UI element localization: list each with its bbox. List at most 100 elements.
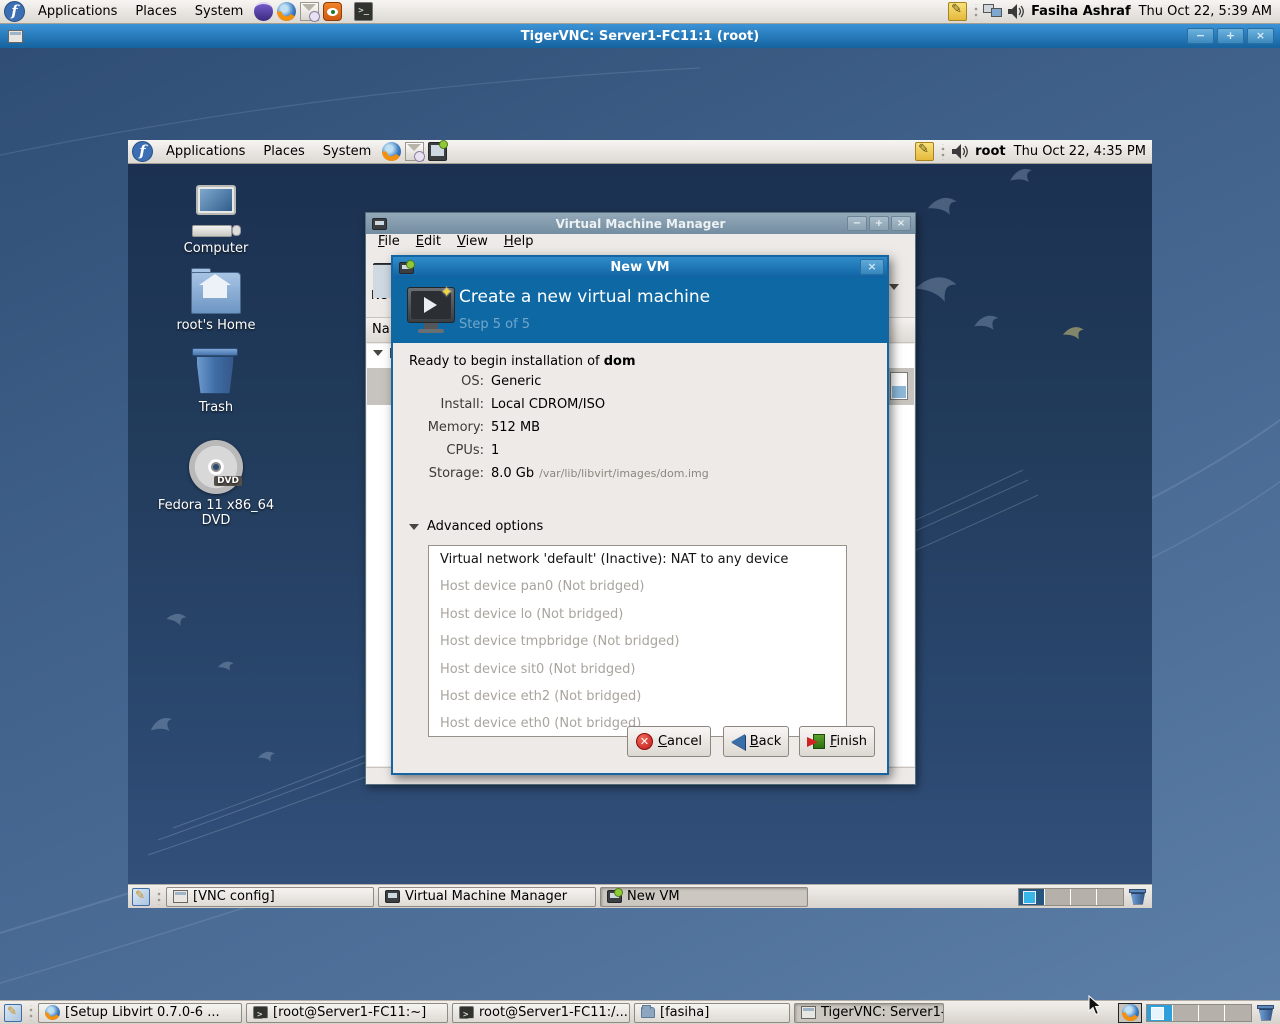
remote-desktop: f Applications Places System root Thu Oc… bbox=[128, 140, 1152, 908]
minimize-button[interactable]: − bbox=[1187, 28, 1214, 44]
summary-fields: OS:Generic Install:Local CDROM/ISO Memor… bbox=[409, 374, 709, 489]
workspace-4[interactable] bbox=[1225, 1005, 1251, 1021]
field-os: OS:Generic bbox=[409, 374, 709, 397]
taskbar-button-tigervnc[interactable]: TigerVNC: Server1-FC... bbox=[794, 1003, 944, 1023]
new-vm-close-button[interactable]: × bbox=[860, 259, 884, 275]
workspace-2[interactable] bbox=[1173, 1005, 1199, 1021]
host-menu-applications[interactable]: Applications bbox=[29, 0, 126, 24]
taskbar-button-fasiha[interactable]: [fasiha] bbox=[634, 1003, 790, 1023]
network-option: Host device eth2 (Not bridged) bbox=[429, 683, 846, 710]
vm-name: dom bbox=[604, 354, 636, 369]
vmm-maximize-button[interactable]: + bbox=[869, 216, 889, 231]
notes-tray-icon[interactable] bbox=[948, 2, 967, 21]
cpu-usage-graph bbox=[890, 372, 908, 400]
vmm-view-dropdown-icon[interactable] bbox=[889, 284, 899, 290]
guest-volume-tray-icon[interactable] bbox=[950, 142, 969, 161]
monitor-icon bbox=[607, 890, 622, 903]
taskbar-button-terminal-home[interactable]: [root@Server1-FC11:~] bbox=[246, 1003, 448, 1023]
monitor-icon bbox=[385, 890, 400, 903]
terminal-launcher-icon[interactable] bbox=[354, 2, 373, 21]
vmm-minimize-button[interactable]: − bbox=[847, 216, 867, 231]
guest-menu-places[interactable]: Places bbox=[254, 140, 313, 164]
advanced-options-expander[interactable]: Advanced options bbox=[409, 519, 543, 534]
host-top-panel: f Applications Places System Fasiha Ashr… bbox=[0, 0, 1280, 24]
expander-icon[interactable] bbox=[373, 350, 383, 356]
taskbar-button-vnc-config[interactable]: [VNC config] bbox=[166, 887, 374, 907]
workspace-1[interactable] bbox=[1147, 1005, 1173, 1021]
workspace-2[interactable] bbox=[1045, 889, 1071, 905]
guest-taskbar-applet-icon[interactable] bbox=[132, 888, 150, 906]
back-button[interactable]: Back bbox=[723, 726, 789, 757]
home-folder-icon bbox=[189, 268, 243, 314]
mouse-cursor bbox=[1088, 995, 1103, 1016]
desktop-icon-label: root's Home bbox=[151, 318, 281, 333]
firefox-launcher-icon[interactable] bbox=[277, 2, 296, 21]
workspace-3[interactable] bbox=[1071, 889, 1097, 905]
maximize-button[interactable]: + bbox=[1217, 28, 1244, 44]
network-option[interactable]: Virtual network 'default' (Inactive): NA… bbox=[429, 546, 846, 573]
guest-menu-system[interactable]: System bbox=[314, 140, 380, 164]
network-option: Host device tmpbridge (Not bridged) bbox=[429, 628, 846, 655]
volume-tray-icon[interactable] bbox=[1006, 2, 1025, 21]
workspace-1[interactable] bbox=[1019, 889, 1045, 905]
window-selector-firefox-icon[interactable] bbox=[1118, 1003, 1142, 1023]
workspace-4[interactable] bbox=[1097, 889, 1123, 905]
network-options-list[interactable]: Virtual network 'default' (Inactive): NA… bbox=[428, 545, 847, 737]
host-trash-applet-icon[interactable] bbox=[1256, 1004, 1276, 1022]
desktop-icon-label: Fedora 11 x86_64 DVD bbox=[151, 498, 281, 528]
computer-icon bbox=[189, 185, 243, 237]
eclipse-launcher-icon[interactable] bbox=[254, 2, 273, 21]
guest-email-launcher-icon[interactable] bbox=[405, 142, 424, 161]
guest-top-panel: f Applications Places System root Thu Oc… bbox=[128, 140, 1152, 164]
field-cpus: CPUs:1 bbox=[409, 443, 709, 466]
taskbar-button-terminal-root[interactable]: root@Server1-FC11:/... bbox=[452, 1003, 630, 1023]
guest-menu-applications[interactable]: Applications bbox=[157, 140, 254, 164]
finish-icon bbox=[807, 733, 825, 750]
host-workspace-switcher[interactable] bbox=[1146, 1004, 1252, 1022]
host-username[interactable]: Fasiha Ashraf bbox=[1031, 4, 1131, 19]
taskbar-button-vmm[interactable]: Virtual Machine Manager bbox=[378, 887, 596, 907]
back-arrow-icon bbox=[731, 734, 745, 750]
vmm-close-button[interactable]: × bbox=[891, 216, 911, 231]
new-vm-titlebar[interactable]: New VM × bbox=[393, 257, 887, 278]
app-launcher-icon[interactable] bbox=[323, 2, 342, 21]
guest-clock[interactable]: Thu Oct 22, 4:35 PM bbox=[1014, 144, 1146, 159]
host-clock[interactable]: Thu Oct 22, 5:39 AM bbox=[1139, 4, 1272, 19]
finish-button[interactable]: Finish bbox=[799, 726, 875, 757]
guest-fedora-menu-icon[interactable]: f bbox=[132, 141, 153, 162]
taskbar-button-new-vm[interactable]: New VM bbox=[600, 887, 808, 907]
fedora-menu-icon[interactable]: f bbox=[4, 1, 25, 22]
install-summary-heading: Ready to begin installation of dom bbox=[409, 354, 636, 369]
new-vm-window-title: New VM bbox=[393, 260, 887, 275]
network-tray-icon[interactable] bbox=[983, 2, 1002, 21]
tigervnc-window-icon bbox=[8, 30, 23, 43]
host-taskbar-applet-icon[interactable] bbox=[4, 1004, 22, 1022]
network-option: Host device sit0 (Not bridged) bbox=[429, 656, 846, 683]
desktop-icon-computer[interactable]: Computer bbox=[151, 185, 281, 256]
tigervnc-window-titlebar[interactable]: TigerVNC: Server1-FC11:1 (root) − + × bbox=[0, 24, 1280, 48]
desktop-icon-label: Trash bbox=[151, 400, 281, 415]
taskbar-button-setup-libvirt[interactable]: [Setup Libvirt 0.7.0-6 ... bbox=[38, 1003, 242, 1023]
workspace-3[interactable] bbox=[1199, 1005, 1225, 1021]
desktop-icon-dvd[interactable]: DVD Fedora 11 x86_64 DVD bbox=[151, 440, 281, 528]
guest-username[interactable]: root bbox=[975, 144, 1006, 159]
host-menu-system[interactable]: System bbox=[186, 0, 252, 24]
host-menu-places[interactable]: Places bbox=[126, 0, 185, 24]
taskbar-separator bbox=[27, 1005, 33, 1021]
guest-trash-applet-icon[interactable] bbox=[1128, 888, 1148, 906]
desktop-icon-home[interactable]: root's Home bbox=[151, 268, 281, 333]
field-memory: Memory:512 MB bbox=[409, 420, 709, 443]
window-icon bbox=[801, 1006, 816, 1019]
guest-firefox-launcher-icon[interactable] bbox=[382, 142, 401, 161]
guest-workspace-switcher[interactable] bbox=[1018, 888, 1124, 906]
guest-vm-launcher-icon[interactable] bbox=[428, 142, 447, 161]
desktop-icon-trash[interactable]: Trash bbox=[151, 346, 281, 415]
expander-icon bbox=[409, 524, 419, 530]
guest-notes-tray-icon[interactable] bbox=[915, 142, 934, 161]
cancel-button[interactable]: ✕ Cancel bbox=[627, 726, 711, 757]
guest-tray-separator bbox=[939, 144, 945, 160]
vmm-titlebar[interactable]: Virtual Machine Manager − + × bbox=[366, 213, 915, 234]
close-button[interactable]: × bbox=[1247, 28, 1274, 44]
email-launcher-icon[interactable] bbox=[300, 2, 319, 21]
network-option: Host device lo (Not bridged) bbox=[429, 601, 846, 628]
